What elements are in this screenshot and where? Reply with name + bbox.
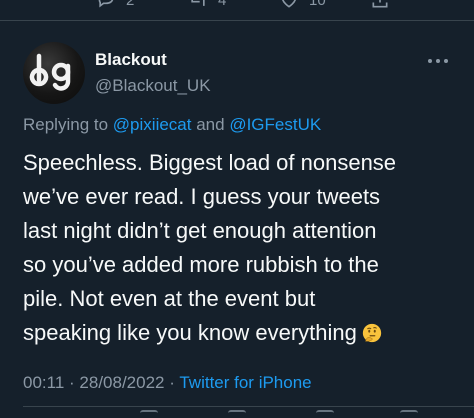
divider bbox=[0, 20, 474, 21]
retweet-icon bbox=[191, 0, 205, 6]
share-action[interactable] bbox=[370, 0, 390, 10]
tweet-source-link[interactable]: Twitter for iPhone bbox=[179, 373, 311, 392]
tweet-metadata: 00:11 · 28/08/2022 · Twitter for iPhone bbox=[23, 373, 312, 393]
replying-to-line: Replying to @pixiiecat and @IGFestUK bbox=[23, 115, 321, 135]
tweet-line: speaking like you know everything bbox=[23, 320, 357, 345]
reply-icon bbox=[98, 0, 114, 8]
tweet-line: Speechless. Biggest load of nonsense bbox=[23, 150, 397, 175]
tweet-date[interactable]: 28/08/2022 bbox=[79, 373, 164, 392]
replying-to-label: Replying to bbox=[23, 115, 109, 134]
tweet-line: we’ve ever read. I guess your tweets bbox=[23, 184, 381, 209]
avatar[interactable] bbox=[23, 42, 85, 104]
tweet-line: so you’ve added more rubbish to the bbox=[23, 252, 379, 277]
divider bbox=[23, 406, 474, 407]
like-action[interactable]: 10 bbox=[279, 0, 326, 10]
share-icon bbox=[372, 0, 388, 8]
tweet-line: pile. Not even at the event but bbox=[23, 286, 316, 311]
reply-action[interactable]: 2 bbox=[96, 0, 134, 10]
like-count: 10 bbox=[309, 0, 326, 9]
reply-count: 2 bbox=[126, 0, 135, 9]
more-options-button[interactable] bbox=[424, 52, 452, 70]
separator: · bbox=[169, 373, 175, 392]
more-dot-icon bbox=[444, 59, 448, 63]
previous-tweet-actions: 2 4 10 bbox=[0, 0, 474, 14]
cut-off-icon bbox=[400, 410, 418, 418]
separator: · bbox=[69, 373, 75, 392]
tweet-time[interactable]: 00:11 bbox=[23, 373, 64, 392]
cut-off-icon bbox=[228, 410, 246, 418]
retweet-count: 4 bbox=[218, 0, 227, 9]
tweet-detail-view: 2 4 10 Blackout @Blackout_UK Replying to… bbox=[0, 0, 474, 418]
replying-to-conjunction: and bbox=[196, 115, 225, 134]
user-handle[interactable]: @Blackout_UK bbox=[95, 76, 211, 96]
retweet-action[interactable]: 4 bbox=[188, 0, 226, 10]
heart-icon bbox=[282, 0, 296, 8]
tweet-stats-row-cut bbox=[0, 410, 474, 418]
blackout-logo-icon bbox=[29, 53, 71, 91]
thinking-face-icon bbox=[362, 323, 382, 343]
tweet-body: Speechless. Biggest load of nonsense we’… bbox=[23, 146, 463, 350]
mention-link[interactable]: @IGFestUK bbox=[229, 115, 321, 134]
mention-link[interactable]: @pixiiecat bbox=[113, 115, 192, 134]
more-dot-icon bbox=[428, 59, 432, 63]
tweet-line: last night didn’t get enough attention bbox=[23, 218, 377, 243]
display-name[interactable]: Blackout bbox=[95, 50, 167, 70]
tweet-line-last: speaking like you know everything bbox=[23, 316, 463, 350]
cut-off-icon bbox=[140, 410, 158, 418]
cut-off-icon bbox=[316, 410, 334, 418]
more-dot-icon bbox=[436, 59, 440, 63]
